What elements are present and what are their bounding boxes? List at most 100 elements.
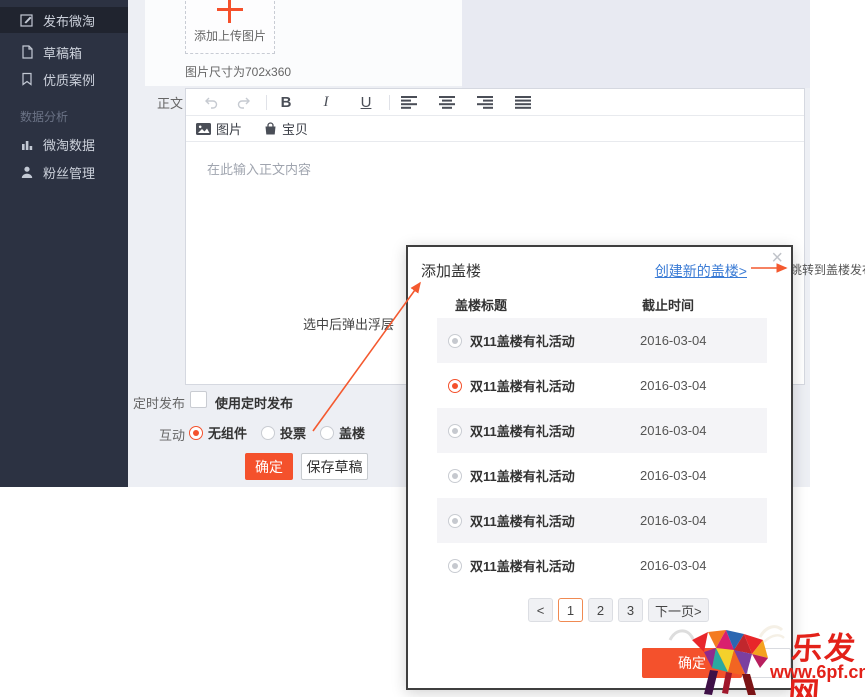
align-right-icon[interactable] (474, 92, 496, 112)
sidebar-item-label: 微淘数据 (43, 135, 95, 154)
save-draft-button[interactable]: 保存草稿 (301, 453, 368, 480)
next-page-button[interactable]: 下一页> (648, 598, 709, 622)
image-icon (196, 123, 211, 135)
schedule-checkbox-label: 使用定时发布 (215, 393, 293, 412)
table-row[interactable]: 双11盖楼有礼活动2016-03-04 (437, 318, 767, 363)
sidebar-item-fans-management[interactable]: 粉丝管理 (0, 159, 128, 185)
sidebar: 发布微淘 草稿箱 优质案例 数据分析 微淘数据 粉丝管理 (0, 0, 128, 487)
page-button-1[interactable]: 1 (558, 598, 583, 622)
sidebar-section-data-analysis: 数据分析 (20, 108, 68, 125)
row-title: 双11盖楼有礼活动 (470, 421, 640, 440)
upload-label: 添加上传图片 (186, 27, 274, 44)
sidebar-item-quality-cases[interactable]: 优质案例 (0, 66, 128, 92)
option-vote[interactable]: 投票 (261, 423, 306, 442)
modal-title: 添加盖楼 (421, 260, 481, 281)
image-size-hint: 图片尺寸为702x360 (185, 63, 291, 80)
underline-button[interactable]: U (355, 92, 377, 112)
body-field-label: 正文 (150, 93, 183, 112)
content-top-tint (462, 0, 810, 88)
option-no-component[interactable]: 无组件 (189, 423, 247, 442)
row-title: 双11盖楼有礼活动 (470, 331, 640, 350)
radio-icon[interactable] (448, 469, 462, 483)
upload-image-dropzone[interactable]: 添加上传图片 (185, 0, 275, 54)
editor-toolbar-row2: 图片 宝贝 (186, 116, 804, 142)
radio-icon[interactable] (448, 379, 462, 393)
bookmark-icon (20, 72, 34, 86)
insert-item-label: 宝贝 (282, 119, 308, 138)
add-gailou-modal: 添加盖楼 创建新的盖楼> × 盖楼标题 截止时间 双11盖楼有礼活动2016-0… (406, 245, 793, 690)
option-label: 投票 (280, 423, 306, 442)
page-button-3[interactable]: 3 (618, 598, 643, 622)
watermark-site-name: 乐发网 (787, 623, 865, 697)
row-title: 双11盖楼有礼活动 (470, 556, 640, 575)
modal-confirm-button[interactable]: 确定 (642, 648, 742, 678)
row-deadline: 2016-03-04 (640, 333, 707, 348)
row-title: 双11盖楼有礼活动 (470, 466, 640, 485)
table-row[interactable]: 双11盖楼有礼活动2016-03-04 (437, 363, 767, 408)
column-title: 盖楼标题 (455, 295, 507, 314)
prev-page-button[interactable]: < (528, 598, 553, 622)
page-button-2[interactable]: 2 (588, 598, 613, 622)
insert-image-button[interactable]: 图片 (196, 119, 242, 138)
table-row[interactable]: 双11盖楼有礼活动2016-03-04 (437, 543, 767, 588)
close-icon[interactable]: × (771, 248, 783, 268)
interaction-options: 无组件 投票 盖楼 (189, 423, 379, 442)
secondary-button[interactable] (747, 648, 791, 678)
sidebar-item-label: 优质案例 (43, 70, 95, 89)
option-gailou[interactable]: 盖楼 (320, 423, 365, 442)
radio-icon[interactable] (448, 334, 462, 348)
plus-icon (217, 0, 243, 23)
align-center-icon[interactable] (436, 92, 458, 112)
radio-icon (189, 426, 203, 440)
column-deadline: 截止时间 (642, 295, 694, 314)
option-label: 盖楼 (339, 423, 365, 442)
create-new-gailou-link[interactable]: 创建新的盖楼> (655, 261, 747, 281)
confirm-button[interactable]: 确定 (245, 453, 293, 480)
sidebar-item-publish-weitao[interactable]: 发布微淘 (0, 7, 128, 33)
editor-placeholder: 在此输入正文内容 (207, 159, 311, 178)
bold-button[interactable]: B (275, 92, 297, 112)
user-icon (20, 165, 34, 179)
document-icon (20, 45, 34, 59)
sidebar-item-label: 粉丝管理 (43, 163, 95, 182)
table-row[interactable]: 双11盖楼有礼活动2016-03-04 (437, 453, 767, 498)
table-row[interactable]: 双11盖楼有礼活动2016-03-04 (437, 408, 767, 453)
option-label: 无组件 (208, 423, 247, 442)
radio-icon[interactable] (448, 424, 462, 438)
row-deadline: 2016-03-04 (640, 513, 707, 528)
shopping-bag-icon (264, 122, 277, 135)
interaction-label: 互动 (151, 425, 185, 444)
insert-item-button[interactable]: 宝贝 (264, 119, 308, 138)
radio-icon[interactable] (448, 559, 462, 573)
radio-icon (261, 426, 275, 440)
row-deadline: 2016-03-04 (640, 378, 707, 393)
sidebar-item-label: 草稿箱 (43, 43, 82, 62)
undo-icon[interactable] (200, 92, 222, 112)
row-deadline: 2016-03-04 (640, 423, 707, 438)
popup-annotation: 选中后弹出浮层 (303, 314, 394, 333)
row-title: 双11盖楼有礼活动 (470, 376, 640, 395)
align-justify-icon[interactable] (512, 92, 534, 112)
edit-square-icon (20, 13, 34, 27)
align-left-icon[interactable] (398, 92, 420, 112)
schedule-label: 定时发布 (133, 393, 185, 412)
gailou-table: 双11盖楼有礼活动2016-03-04 双11盖楼有礼活动2016-03-04 … (437, 318, 767, 588)
italic-button[interactable]: I (315, 92, 337, 112)
toolbar-divider (266, 95, 267, 110)
redo-icon[interactable] (232, 92, 254, 112)
row-deadline: 2016-03-04 (640, 558, 707, 573)
row-deadline: 2016-03-04 (640, 468, 707, 483)
schedule-checkbox[interactable] (190, 391, 207, 408)
row-title: 双11盖楼有礼活动 (470, 511, 640, 530)
sidebar-item-weitao-data[interactable]: 微淘数据 (0, 131, 128, 157)
pagination: < 1 2 3 下一页> (528, 598, 714, 622)
bar-chart-icon (20, 137, 34, 151)
page: 发布微淘 草稿箱 优质案例 数据分析 微淘数据 粉丝管理 添加上传图片 图片尺寸… (0, 0, 865, 697)
toolbar-divider (389, 95, 390, 110)
editor-toolbar-row1: B I U (186, 89, 804, 116)
sidebar-item-label: 发布微淘 (43, 11, 95, 30)
sidebar-item-drafts[interactable]: 草稿箱 (0, 39, 128, 65)
table-row[interactable]: 双11盖楼有礼活动2016-03-04 (437, 498, 767, 543)
insert-image-label: 图片 (216, 119, 242, 138)
radio-icon[interactable] (448, 514, 462, 528)
